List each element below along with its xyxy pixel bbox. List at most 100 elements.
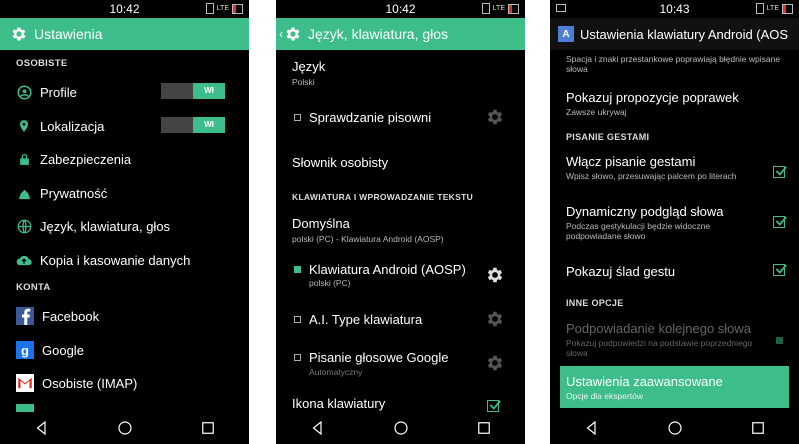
- aosp-settings-gear-icon[interactable]: [485, 265, 505, 285]
- chevron-back-icon[interactable]: ‹: [279, 27, 283, 41]
- settings-item-label: Język, klawiatura, głos: [40, 218, 171, 234]
- ai-type-keyboard-item[interactable]: A.I. Type klawiatura: [294, 312, 422, 327]
- google-voice-checkbox[interactable]: [294, 354, 301, 361]
- app-bar: Ustawienia: [0, 18, 249, 50]
- page-title: Ustawienia: [34, 26, 103, 42]
- bluetooth-icon: [205, 3, 214, 14]
- item-title: Sprawdzanie pisowni: [309, 110, 432, 125]
- language-keyboard-screen: 10:42 LTE ‹ Język, klawiatura, głos Języ…: [276, 0, 525, 444]
- recents-icon[interactable]: [199, 419, 217, 437]
- ai-type-settings-gear-icon[interactable]: [485, 309, 505, 329]
- item-title: Język: [292, 59, 326, 74]
- item-subtitle: Zawsze ukrywaj: [566, 107, 627, 117]
- app-bar[interactable]: ‹ Język, klawiatura, głos: [276, 18, 525, 50]
- gesture-typing-checkbox[interactable]: [773, 166, 785, 178]
- lte-icon: LTE: [216, 5, 229, 12]
- gesture-trail-item[interactable]: Pokazuj ślad gestu: [566, 264, 675, 279]
- aosp-keyboard-settings-screen: 10:43 LTE A Ustawienia klawiatury Androi…: [550, 0, 799, 444]
- settings-gear-icon: [284, 25, 302, 43]
- settings-item-language[interactable]: Język, klawiatura, głos: [16, 216, 241, 236]
- location-pin-icon: [16, 118, 32, 134]
- settings-item-label: Lokalizacja: [40, 118, 105, 134]
- bluetooth-icon: [481, 3, 490, 14]
- default-keyboard-item[interactable]: Domyślna polski (PC) - Klawiatura Androi…: [292, 216, 444, 244]
- item-subtitle: Automatyczny: [309, 367, 363, 377]
- account-item-imap[interactable]: Osobiste (IMAP): [16, 372, 241, 394]
- settings-item-label: Zabezpieczenia: [40, 151, 132, 167]
- keyboard-icon-item[interactable]: Ikona klawiatury: [292, 396, 385, 411]
- keyboard-app-icon: A: [558, 26, 574, 42]
- home-icon[interactable]: [666, 419, 684, 437]
- lte-icon: LTE: [492, 5, 505, 12]
- status-bar: 10:42 LTE: [0, 0, 249, 18]
- settings-item-backup[interactable]: Kopia i kasowanie danych: [16, 250, 241, 270]
- gesture-typing-item[interactable]: Włącz pisanie gestami Wpisz słowo, przes…: [566, 154, 746, 181]
- item-subtitle: Pokazuj podpowiedzi na podstawie poprzed…: [566, 338, 753, 358]
- globe-icon: [16, 218, 32, 234]
- settings-gear-icon: [10, 25, 28, 43]
- autocorrect-subtitle: Spacja i znaki przestankowe poprawiają b…: [566, 54, 781, 74]
- gesture-trail-checkbox[interactable]: [773, 264, 785, 276]
- battery-icon: [232, 3, 243, 14]
- ai-type-checkbox[interactable]: [294, 316, 301, 323]
- battery-icon: [782, 3, 793, 14]
- keyboard-icon-checkbox[interactable]: [487, 400, 499, 412]
- location-toggle[interactable]: Wł: [161, 117, 225, 133]
- item-subtitle: Podczas gestykulacji będzie widoczne pod…: [566, 221, 711, 241]
- profiles-toggle[interactable]: Wł: [161, 83, 225, 99]
- status-bar: 10:43 LTE: [550, 0, 799, 18]
- cloud-upload-icon: [16, 252, 32, 268]
- item-subtitle: polski (PC): [309, 278, 351, 288]
- facebook-icon: [16, 307, 34, 325]
- privacy-icon: [16, 185, 32, 201]
- account-label: Google: [42, 342, 84, 358]
- partial-account-icon: [16, 404, 34, 412]
- language-item[interactable]: Język Polski: [292, 59, 325, 87]
- section-header-gestures: PISANIE GESTAMI: [566, 132, 650, 142]
- back-icon[interactable]: [309, 419, 327, 437]
- item-title: Dynamiczny podgląd słowa: [566, 204, 724, 219]
- item-subtitle: Polski: [292, 77, 315, 87]
- google-voice-settings-gear-icon[interactable]: [485, 353, 505, 373]
- settings-item-label: Kopia i kasowanie danych: [40, 252, 191, 268]
- show-suggestions-item[interactable]: Pokazuj propozycje poprawek Zawsze ukryw…: [566, 90, 739, 117]
- spellcheck-item[interactable]: Sprawdzanie pisowni: [294, 110, 431, 125]
- nav-bar: [0, 412, 249, 444]
- nav-bar: [550, 412, 799, 444]
- dynamic-preview-checkbox[interactable]: [773, 216, 785, 228]
- settings-item-privacy[interactable]: Prywatność: [16, 183, 241, 203]
- recents-icon[interactable]: [749, 419, 767, 437]
- account-item-facebook[interactable]: Facebook: [16, 305, 241, 327]
- settings-screen: 10:42 LTE Ustawienia OSOBISTE Profile Wł…: [0, 0, 249, 444]
- google-voice-item[interactable]: Pisanie głosowe Google: [294, 350, 448, 365]
- item-title: Pisanie głosowe Google: [309, 350, 449, 365]
- back-icon[interactable]: [33, 419, 51, 437]
- settings-item-security[interactable]: Zabezpieczenia: [16, 149, 241, 169]
- aosp-checkbox[interactable]: [294, 266, 301, 273]
- home-icon[interactable]: [116, 419, 134, 437]
- back-icon[interactable]: [583, 419, 601, 437]
- battery-icon: [508, 3, 519, 14]
- next-word-suggestions-item: Podpowiadanie kolejnego słowa Pokazuj po…: [566, 321, 756, 358]
- next-word-checkbox: [776, 337, 783, 344]
- app-bar[interactable]: A Ustawienia klawiatury Android (AOS: [550, 18, 799, 50]
- advanced-settings-item[interactable]: Ustawienia zaawansowane Opcje dla eksper…: [560, 366, 789, 408]
- spellcheck-settings-gear-icon[interactable]: [485, 107, 505, 127]
- google-icon: g: [16, 341, 34, 359]
- gmail-icon: [16, 374, 34, 392]
- recents-icon[interactable]: [475, 419, 493, 437]
- account-item-google[interactable]: g Google: [16, 339, 241, 361]
- personal-dictionary-item[interactable]: Słownik osobisty: [292, 155, 388, 170]
- item-title: Włącz pisanie gestami: [566, 154, 696, 169]
- aosp-keyboard-item[interactable]: Klawiatura Android (AOSP): [294, 262, 466, 277]
- dynamic-preview-item[interactable]: Dynamiczny podgląd słowa Podczas gestyku…: [566, 204, 746, 241]
- account-label: Osobiste (IMAP): [42, 375, 138, 391]
- page-title: Ustawienia klawiatury Android (AOS: [580, 26, 789, 42]
- lock-icon: [16, 151, 32, 167]
- bluetooth-icon: [755, 3, 764, 14]
- profile-icon: [16, 84, 32, 100]
- toggle-knob: Wł: [193, 83, 225, 99]
- settings-item-label: Profile: [40, 84, 77, 100]
- spellcheck-checkbox[interactable]: [294, 114, 301, 121]
- home-icon[interactable]: [392, 419, 410, 437]
